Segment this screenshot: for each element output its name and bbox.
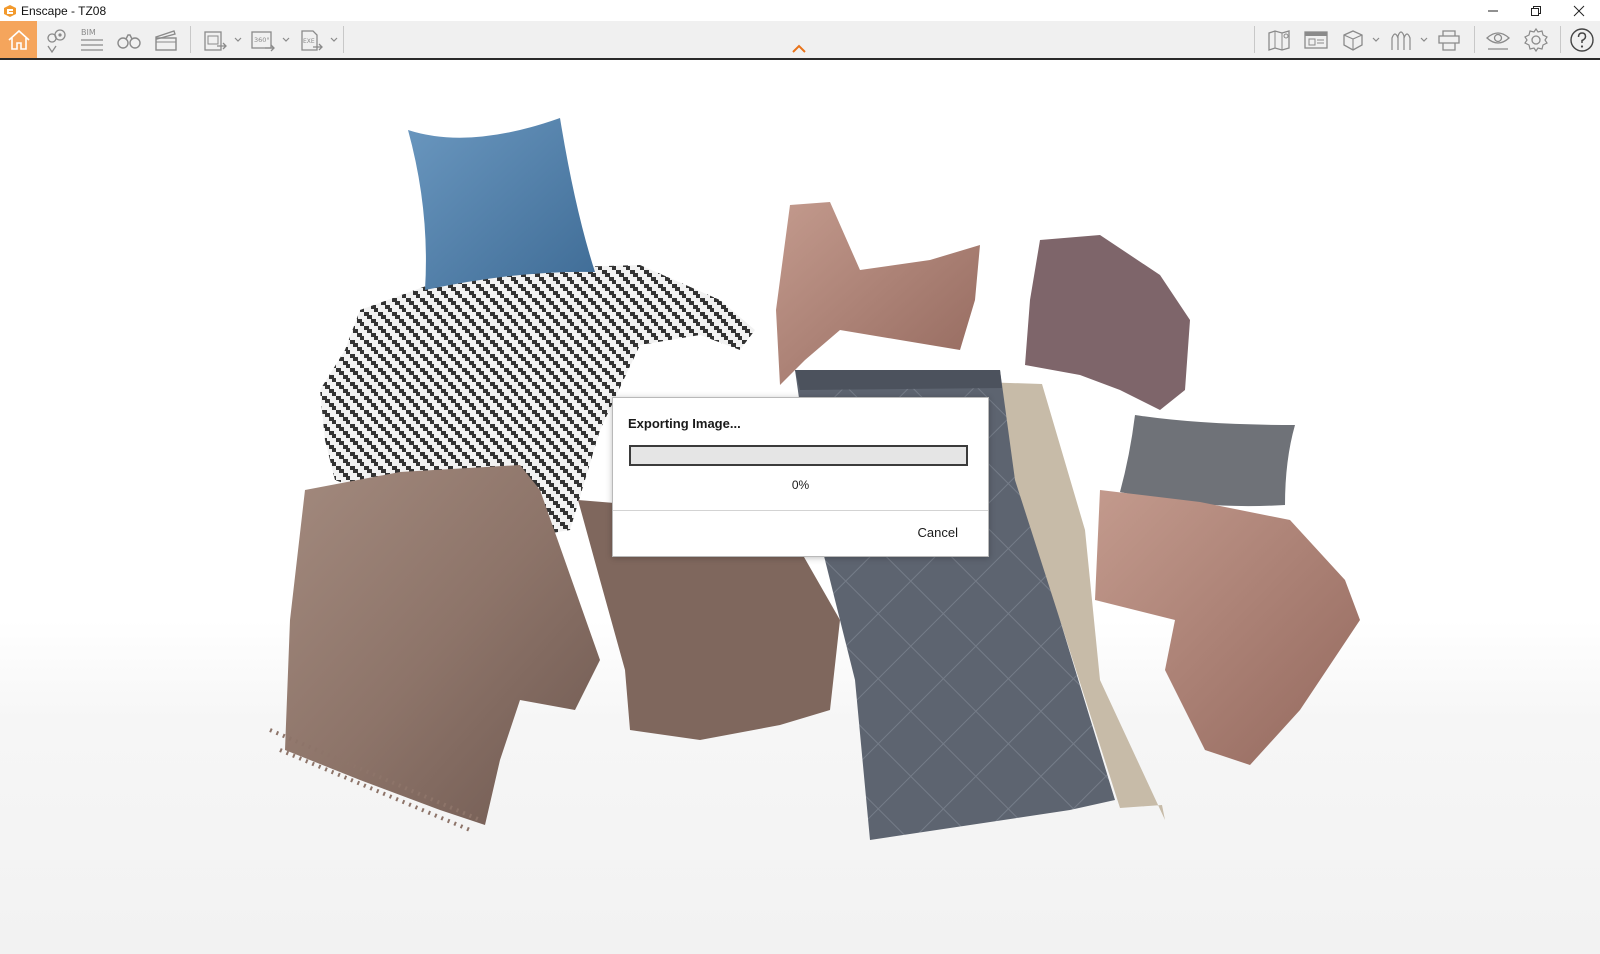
binoculars-icon [117,33,141,49]
chevron-down-icon[interactable] [281,35,291,45]
bim-label: BIM [81,28,96,37]
home-button[interactable] [0,21,37,58]
help-icon [1570,27,1594,52]
pink-throw-right [1095,490,1360,765]
pink-throw-top [776,202,980,385]
render-360-button[interactable]: 360° [245,21,281,58]
bim-button[interactable]: BIM [74,21,110,58]
render-360-icon: 360° [251,30,275,51]
window-title: Enscape - TZ08 [21,3,107,18]
enscape-logo-icon [4,4,16,17]
render-image-icon [204,30,227,51]
blue-pillow [408,118,595,290]
material-icon [1391,30,1411,50]
asset-library-icon [1304,30,1328,49]
dialog-title: Exporting Image... [628,416,741,431]
mauve-knit-throw [1025,235,1190,410]
toolbar-separator [190,26,191,53]
export-exe-button[interactable]: EXE [293,21,329,58]
toolbar-separator [1474,26,1475,53]
help-button[interactable] [1564,21,1600,58]
chevron-down-icon[interactable] [329,35,339,45]
chevron-down-icon[interactable] [1371,35,1381,45]
close-icon [1573,5,1584,16]
bim-icon: BIM [81,28,103,51]
grey-pillow [1120,415,1295,507]
cancel-button[interactable]: Cancel [918,525,958,540]
render-viewport[interactable]: Exporting Image... 0% Cancel [0,60,1600,954]
export-exe-icon: EXE [301,29,323,51]
map-icon [1268,29,1290,51]
clapper-icon [155,29,177,51]
view-cube-button[interactable] [1335,21,1371,58]
visual-settings-icon [1486,31,1510,50]
visual-settings-button[interactable] [1480,21,1516,58]
close-button[interactable] [1557,0,1600,21]
video-editor-button[interactable] [148,21,184,58]
exe-label: EXE [303,38,315,45]
toolbar-separator [1560,26,1561,53]
dialog-footer: Cancel [613,510,988,557]
toolbar-separator [343,26,344,53]
progress-bar [629,445,968,466]
view-cube-icon [1343,29,1363,51]
chevron-down-icon[interactable] [1419,35,1429,45]
title-bar: Enscape - TZ08 [0,0,1600,21]
toolbar-separator [1254,26,1255,53]
chevron-down-icon[interactable] [233,35,243,45]
views-button[interactable] [38,21,74,58]
asset-library-button[interactable] [1298,21,1334,58]
render-image-button[interactable] [197,21,233,58]
home-icon [7,29,30,50]
restore-button[interactable] [1514,0,1557,21]
upload-button[interactable] [1431,21,1467,58]
settings-button[interactable] [1518,21,1554,58]
restore-icon [1530,5,1541,16]
minimize-icon [1487,10,1498,11]
views-icon [47,28,66,53]
material-editor-button[interactable] [1383,21,1419,58]
export-progress-dialog: Exporting Image... 0% Cancel [612,397,989,557]
map-button[interactable] [1261,21,1297,58]
main-toolbar: BIM 360° EXE [0,21,1600,60]
minimize-button[interactable] [1471,0,1514,21]
taupe-blanket [269,465,600,832]
settings-gear-icon [1524,27,1548,52]
pano-label: 360° [254,36,270,44]
progress-percent: 0% [791,478,810,492]
upload-icon [1438,29,1460,51]
toolbar-collapse-chevron-icon[interactable] [791,44,807,54]
walk-mode-button[interactable] [111,21,147,58]
enscape-window: Enscape - TZ08 BIM 360° EXE Exporting Im… [0,0,1600,954]
